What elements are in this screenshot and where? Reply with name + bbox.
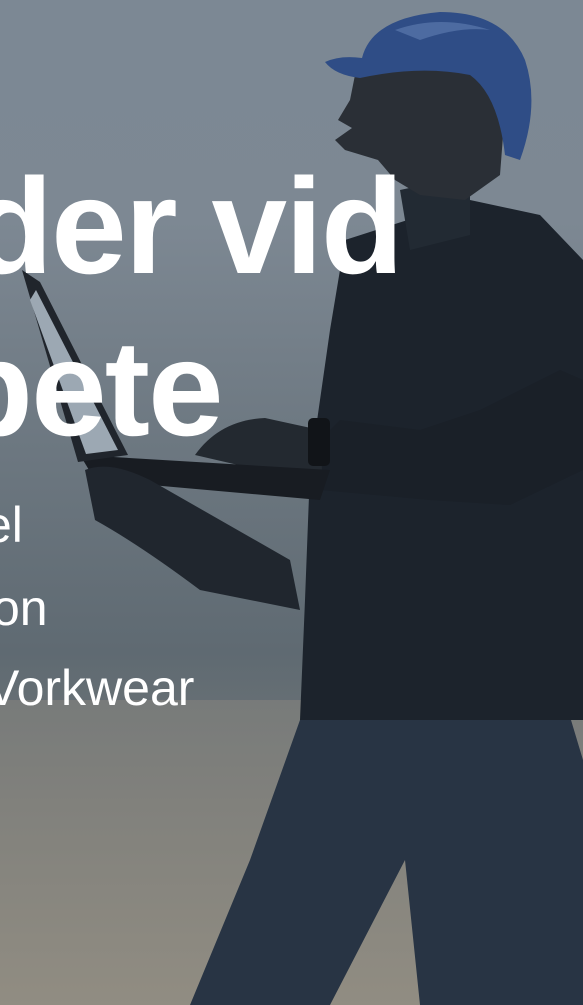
- headline-line-1: der vid: [0, 150, 404, 302]
- hero-banner: der vid bete el on Vorkwear: [0, 0, 583, 1005]
- headline-line-2: bete: [0, 312, 224, 464]
- subtitle-line-2: on: [0, 580, 48, 636]
- subtitle-line-3: Vorkwear: [0, 660, 195, 716]
- watch-icon: [308, 418, 330, 466]
- subtitle-line-1: el: [0, 497, 23, 553]
